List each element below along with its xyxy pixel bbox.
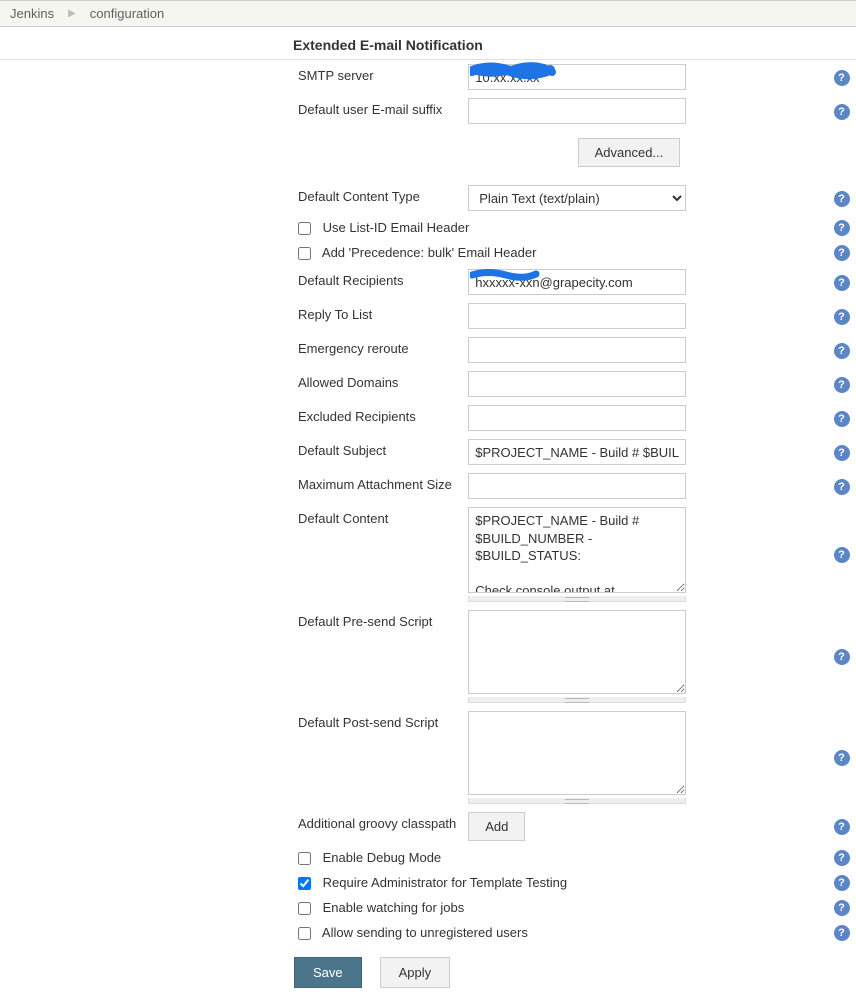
help-icon[interactable]: ? <box>834 104 850 120</box>
require-admin-checkbox[interactable] <box>298 877 311 890</box>
resize-grip[interactable] <box>468 697 686 703</box>
chevron-right-icon: ▶ <box>68 8 76 19</box>
label-default-subject: Default Subject <box>0 435 462 469</box>
default-suffix-input[interactable] <box>468 98 686 124</box>
help-icon[interactable]: ? <box>834 750 850 766</box>
help-icon[interactable]: ? <box>834 925 850 941</box>
label-emergency-reroute: Emergency reroute <box>0 333 462 367</box>
help-icon[interactable]: ? <box>834 275 850 291</box>
label-groovy-cp: Additional groovy classpath <box>0 808 462 845</box>
help-icon[interactable]: ? <box>834 547 850 563</box>
help-icon[interactable]: ? <box>834 819 850 835</box>
help-icon[interactable]: ? <box>834 70 850 86</box>
label-default-recipients: Default Recipients <box>0 265 462 299</box>
label-post-send: Default Post-send Script <box>0 707 462 808</box>
help-icon[interactable]: ? <box>834 411 850 427</box>
pre-send-textarea[interactable] <box>468 610 686 694</box>
label-allow-unreg: Allow sending to unregistered users <box>322 925 528 940</box>
help-icon[interactable]: ? <box>834 220 850 236</box>
label-allowed-domains: Allowed Domains <box>0 367 462 401</box>
label-use-list-id: Use List-ID Email Header <box>323 220 470 235</box>
redaction-mark <box>470 62 556 80</box>
button-bar: Save Apply <box>0 945 856 988</box>
reply-to-input[interactable] <box>468 303 686 329</box>
enable-debug-checkbox[interactable] <box>298 852 311 865</box>
max-attach-input[interactable] <box>468 473 686 499</box>
breadcrumb-root[interactable]: Jenkins <box>10 6 54 21</box>
help-icon[interactable]: ? <box>834 377 850 393</box>
allow-unreg-checkbox[interactable] <box>298 927 311 940</box>
help-icon[interactable]: ? <box>834 191 850 207</box>
post-send-textarea[interactable] <box>468 711 686 795</box>
add-precedence-checkbox[interactable] <box>298 247 311 260</box>
label-smtp-server: SMTP server <box>0 60 462 94</box>
resize-grip[interactable] <box>468 798 686 804</box>
add-classpath-button[interactable]: Add <box>468 812 525 841</box>
label-reply-to: Reply To List <box>0 299 462 333</box>
default-subject-input[interactable] <box>468 439 686 465</box>
label-pre-send: Default Pre-send Script <box>0 606 462 707</box>
label-require-admin: Require Administrator for Template Testi… <box>323 875 567 890</box>
label-enable-debug: Enable Debug Mode <box>323 850 442 865</box>
apply-button[interactable]: Apply <box>380 957 451 988</box>
label-max-attach: Maximum Attachment Size <box>0 469 462 503</box>
label-default-content: Default Content <box>0 503 462 606</box>
help-icon[interactable]: ? <box>834 850 850 866</box>
label-content-type: Default Content Type <box>0 181 462 215</box>
resize-grip[interactable] <box>468 596 686 602</box>
help-icon[interactable]: ? <box>834 309 850 325</box>
help-icon[interactable]: ? <box>834 875 850 891</box>
breadcrumb-page[interactable]: configuration <box>90 6 164 21</box>
form-table: SMTP server ? Default user E-mail suffix… <box>0 60 856 945</box>
redaction-mark <box>470 267 540 283</box>
excluded-recipients-input[interactable] <box>468 405 686 431</box>
emergency-reroute-input[interactable] <box>468 337 686 363</box>
default-content-textarea[interactable]: $PROJECT_NAME - Build # $BUILD_NUMBER - … <box>468 507 686 593</box>
section-title-email-ext: Extended E-mail Notification <box>0 29 856 60</box>
label-add-precedence: Add 'Precedence: bulk' Email Header <box>322 245 537 260</box>
help-icon[interactable]: ? <box>834 245 850 261</box>
label-default-suffix: Default user E-mail suffix <box>0 94 462 128</box>
help-icon[interactable]: ? <box>834 343 850 359</box>
label-excluded-recipients: Excluded Recipients <box>0 401 462 435</box>
help-icon[interactable]: ? <box>834 900 850 916</box>
help-icon[interactable]: ? <box>834 445 850 461</box>
advanced-button[interactable]: Advanced... <box>578 138 681 167</box>
label-enable-watching: Enable watching for jobs <box>323 900 465 915</box>
allowed-domains-input[interactable] <box>468 371 686 397</box>
help-icon[interactable]: ? <box>834 649 850 665</box>
use-list-id-checkbox[interactable] <box>298 222 311 235</box>
breadcrumb: Jenkins ▶ configuration <box>0 0 856 27</box>
content-type-select[interactable]: Plain Text (text/plain) <box>468 185 686 211</box>
save-button[interactable]: Save <box>294 957 362 988</box>
config-form: Extended E-mail Notification SMTP server… <box>0 29 856 1008</box>
enable-watching-checkbox[interactable] <box>298 902 311 915</box>
help-icon[interactable]: ? <box>834 479 850 495</box>
